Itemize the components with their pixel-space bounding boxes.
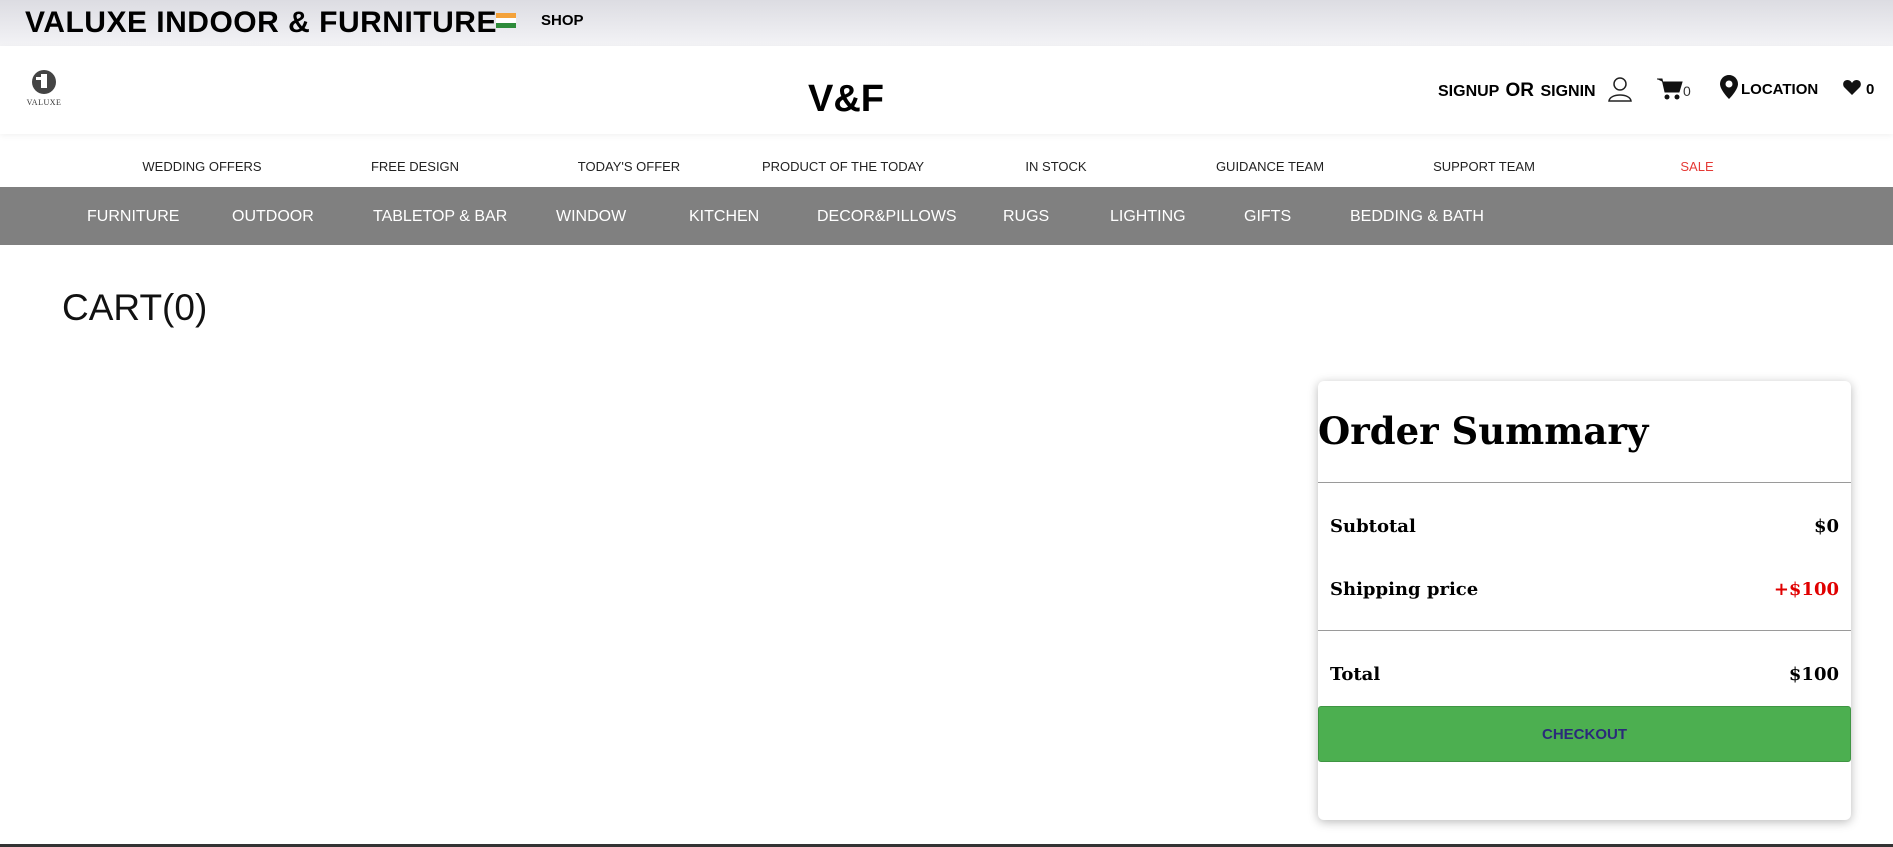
map-pin-icon[interactable]: [1720, 75, 1738, 99]
order-summary-title: Order Summary: [1318, 409, 1649, 453]
shop-link[interactable]: SHOP: [541, 12, 584, 30]
promo-nav: WEDDING OFFERS FREE DESIGN TODAY'S OFFER…: [0, 134, 1893, 187]
category-kitchen[interactable]: KITCHEN: [689, 207, 759, 226]
promo-item-sale[interactable]: SALE: [1680, 159, 1713, 175]
valuxe-logo[interactable]: VALUXE: [24, 68, 64, 112]
signup-signin-link[interactable]: SIGNUP OR SIGNIN: [1438, 81, 1596, 102]
total-value: $100: [1788, 664, 1839, 685]
user-icon[interactable]: [1608, 76, 1632, 102]
category-tabletop-bar[interactable]: TABLETOP & BAR: [373, 207, 507, 226]
brand-title: VALUXE INDOOR & FURNITURE: [25, 6, 497, 39]
category-nav: FURNITURE OUTDOOR TABLETOP & BAR WINDOW …: [0, 187, 1893, 245]
promo-item-todays-offer[interactable]: TODAY'S OFFER: [578, 159, 680, 175]
checkout-button[interactable]: CHECKOUT: [1318, 706, 1851, 762]
category-furniture[interactable]: FURNITURE: [87, 207, 179, 226]
top-bar: VALUXE INDOOR & FURNITURE SHOP: [0, 0, 1893, 46]
wishlist-count: 0: [1866, 81, 1875, 98]
signin-label[interactable]: SIGNIN: [1540, 83, 1595, 100]
order-summary-card: Order Summary Subtotal $0 Shipping price…: [1318, 381, 1851, 820]
location-link[interactable]: LOCATION: [1741, 81, 1818, 98]
site-header: VALUXE V&F SIGNUP OR SIGNIN 0 LOCATION 0: [0, 46, 1893, 134]
shipping-value: +$100: [1773, 579, 1839, 600]
category-gifts[interactable]: GIFTS: [1244, 207, 1291, 226]
center-logo[interactable]: V&F: [808, 77, 884, 121]
category-bedding-bath[interactable]: BEDDING & BATH: [1350, 207, 1484, 226]
subtotal-label: Subtotal: [1330, 516, 1416, 537]
india-flag-icon: [496, 13, 516, 28]
heart-icon[interactable]: [1843, 79, 1861, 95]
or-label: OR: [1505, 80, 1535, 101]
promo-item-in-stock[interactable]: IN STOCK: [1025, 159, 1086, 175]
category-lighting[interactable]: LIGHTING: [1110, 207, 1186, 226]
promo-item-product-of-today[interactable]: PRODUCT OF THE TODAY: [762, 159, 924, 175]
promo-item-guidance-team[interactable]: GUIDANCE TEAM: [1216, 159, 1324, 175]
cart-count: 0: [1683, 83, 1691, 99]
subtotal-value: $0: [1813, 516, 1839, 537]
shipping-label: Shipping price: [1330, 579, 1479, 600]
promo-item-free-design[interactable]: FREE DESIGN: [371, 159, 459, 175]
category-rugs[interactable]: RUGS: [1003, 207, 1049, 226]
logo-text: VALUXE: [26, 98, 62, 107]
category-outdoor[interactable]: OUTDOOR: [232, 207, 314, 226]
total-label: Total: [1330, 664, 1381, 685]
summary-divider: [1318, 482, 1851, 483]
signup-label[interactable]: SIGNUP: [1438, 83, 1499, 100]
cart-icon[interactable]: [1657, 77, 1683, 101]
promo-item-support-team[interactable]: SUPPORT TEAM: [1433, 159, 1535, 175]
summary-divider: [1318, 630, 1851, 631]
promo-item-wedding-offers[interactable]: WEDDING OFFERS: [142, 159, 261, 175]
category-decor-pillows[interactable]: DECOR&PILLOWS: [817, 207, 957, 226]
category-window[interactable]: WINDOW: [556, 207, 626, 226]
cart-title: CART(0): [62, 287, 208, 328]
